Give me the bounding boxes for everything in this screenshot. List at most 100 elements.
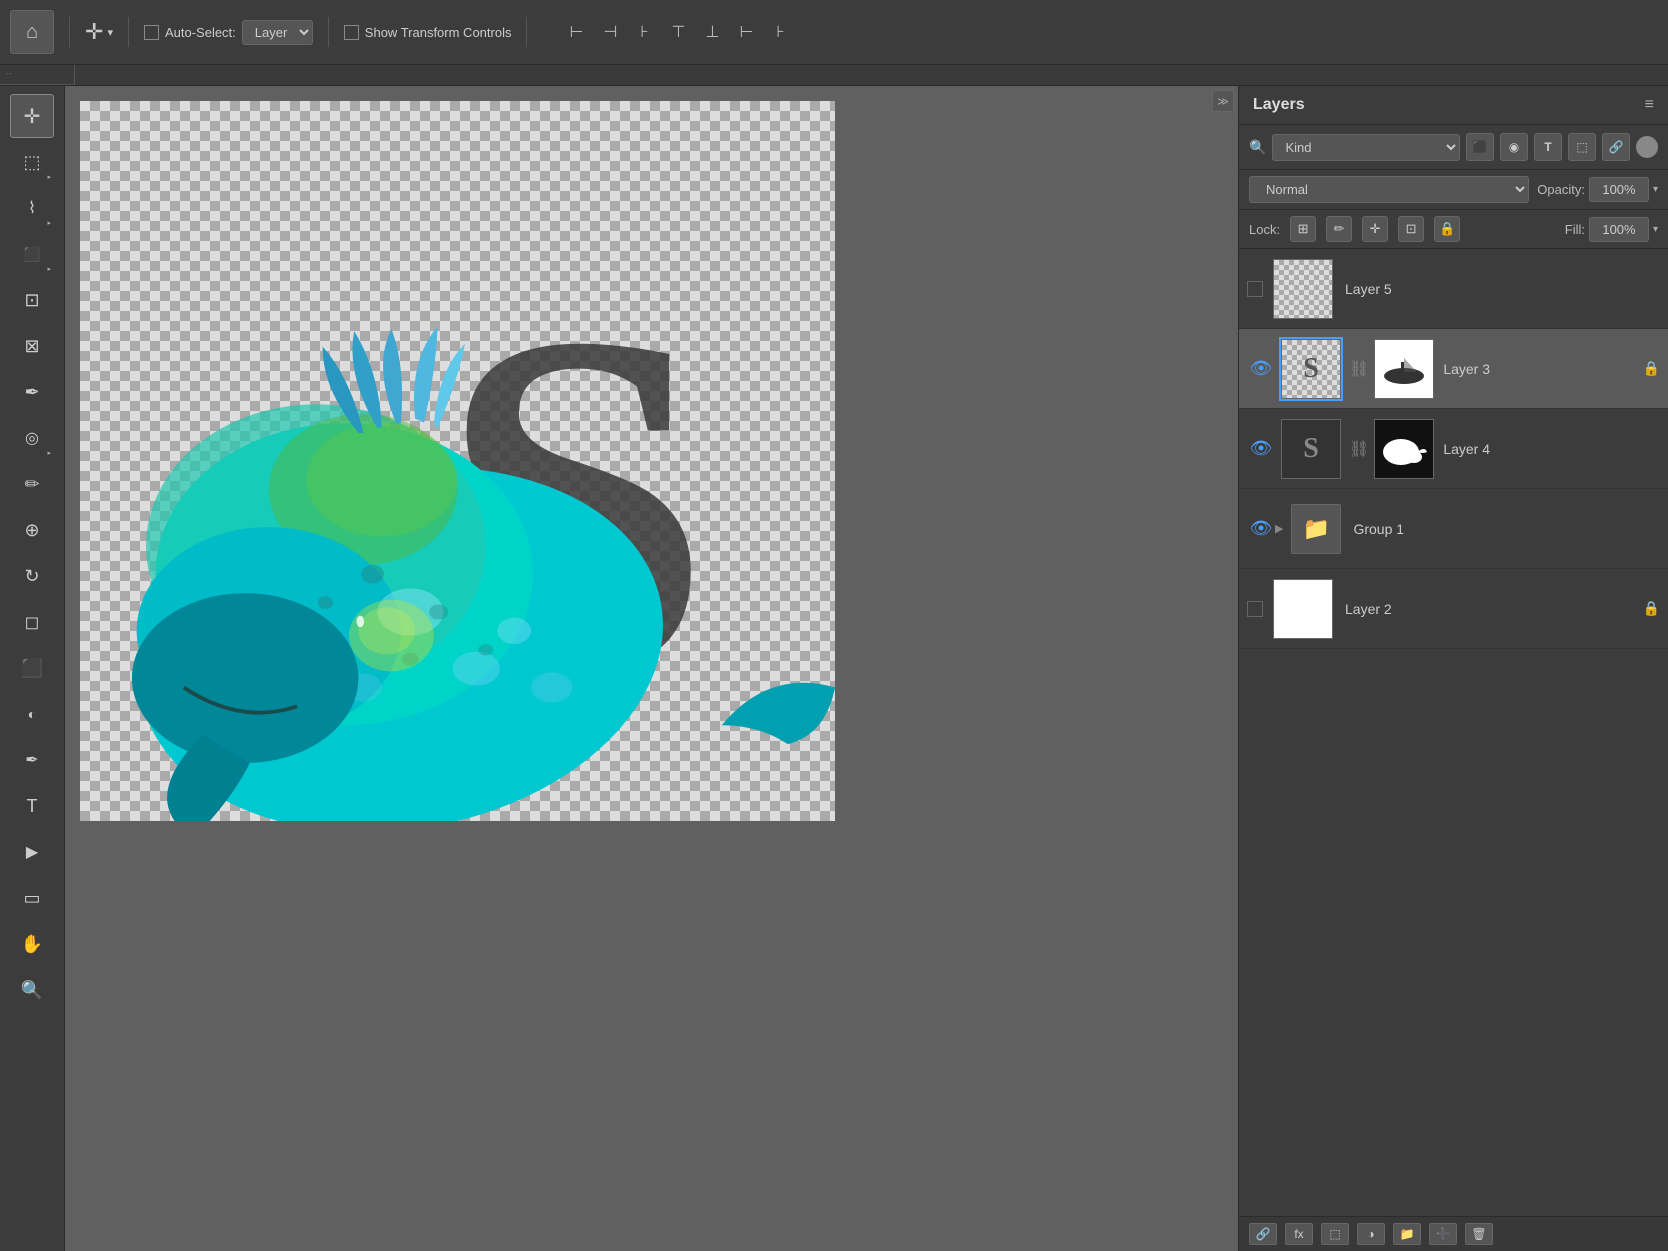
history-brush-button[interactable]: ↻ — [10, 554, 54, 598]
collapse-panels-button[interactable]: ≫ — [1212, 90, 1234, 112]
show-transform-checkbox[interactable] — [344, 25, 359, 40]
auto-select-checkbox[interactable] — [144, 25, 159, 40]
layer3-mask-thumbnail — [1374, 339, 1434, 399]
layer-item-layer3[interactable]: 👁 S ⛓ Layer 3 🔒 — [1239, 329, 1668, 409]
smart-object-filter-icon: 🔗 — [1609, 140, 1624, 154]
crop-tool-button[interactable]: ⊡ — [10, 278, 54, 322]
align-left-edges-icon[interactable]: ⊢ — [562, 18, 590, 46]
distribute-icon[interactable]: ⊦ — [766, 18, 794, 46]
show-transform-group: Show Transform Controls — [344, 25, 512, 40]
kind-filter-select[interactable]: Kind — [1272, 134, 1460, 161]
layer4-main-thumbnail: S — [1281, 419, 1341, 479]
layer-item-group1[interactable]: 👁 ▶ 📁 Group 1 — [1239, 489, 1668, 569]
lock-all-button[interactable]: 🔒 — [1434, 216, 1460, 242]
layers-panel-header: Layers ≡ — [1239, 86, 1668, 125]
fill-group: Fill: 100% ▾ — [1565, 217, 1658, 242]
canvas-document[interactable]: S — [80, 101, 835, 821]
align-top-edges-icon[interactable]: ⊤ — [664, 18, 692, 46]
layers-bottom-toolbar: 🔗 fx ⬚ ◑ 📁 ➕ 🗑 — [1239, 1216, 1668, 1251]
gradient-tool-button[interactable]: ⬛ — [10, 646, 54, 690]
layer5-visibility-checkbox[interactable] — [1247, 281, 1263, 297]
layer3-lock-icon: 🔒 — [1643, 360, 1660, 377]
layer-item-layer2[interactable]: Layer 2 🔒 — [1239, 569, 1668, 649]
add-adjustment-layer-button[interactable]: ◑ — [1357, 1223, 1385, 1245]
link-icon: 🔗 — [1256, 1227, 1271, 1241]
add-layer-style-button[interactable]: fx — [1285, 1223, 1313, 1245]
group1-expand-icon[interactable]: ▶ — [1275, 522, 1283, 535]
adjustment-layer-filter[interactable]: ◉ — [1500, 133, 1528, 161]
layer-select[interactable]: Layer — [242, 20, 313, 45]
shape-tool-button[interactable]: ▭ — [10, 876, 54, 920]
type-tool-button[interactable]: T — [10, 784, 54, 828]
brush-tool-button[interactable]: ✏ — [10, 462, 54, 506]
folder-icon: 📁 — [1303, 516, 1330, 542]
stamp-tool-button[interactable]: ⊕ — [10, 508, 54, 552]
pixel-filter-icon: ⬛ — [1473, 140, 1488, 154]
move-tool-button[interactable]: ✛ — [10, 94, 54, 138]
align-right-edges-icon[interactable]: ⊦ — [630, 18, 658, 46]
opacity-chevron-icon[interactable]: ▾ — [1653, 184, 1658, 195]
layers-menu-icon[interactable]: ≡ — [1645, 96, 1654, 114]
path-selection-button[interactable]: ▶ — [10, 830, 54, 874]
lasso-tool-button[interactable]: ⌇ ▸ — [10, 186, 54, 230]
create-group-button[interactable]: 📁 — [1393, 1223, 1421, 1245]
add-mask-button[interactable]: ⬚ — [1321, 1223, 1349, 1245]
delete-layer-button[interactable]: 🗑 — [1465, 1223, 1493, 1245]
frame-tool-button[interactable]: ⊠ — [10, 324, 54, 368]
layer2-thumbnail — [1273, 579, 1333, 639]
corner-arrow-icon: ▸ — [47, 173, 51, 181]
opacity-value[interactable]: 100% — [1589, 177, 1649, 202]
zoom-icon: 🔍 — [21, 980, 43, 1001]
type-layer-filter[interactable]: T — [1534, 133, 1562, 161]
lock-position-button[interactable]: ✛ — [1362, 216, 1388, 242]
move-icon: ✛ — [85, 19, 103, 45]
fill-chevron-icon[interactable]: ▾ — [1653, 224, 1658, 235]
shape-icon: ▭ — [23, 888, 40, 909]
layer-item-layer5[interactable]: Layer 5 — [1239, 249, 1668, 329]
hand-tool-button[interactable]: ✋ — [10, 922, 54, 966]
group-icon: 📁 — [1400, 1227, 1415, 1241]
eraser-button[interactable]: ◻ — [10, 600, 54, 644]
layer-item-layer4[interactable]: 👁 S ⛓ Layer 4 — [1239, 409, 1668, 489]
new-layer-button[interactable]: ➕ — [1429, 1223, 1457, 1245]
align-vertical-centers-icon[interactable]: ⊣ — [596, 18, 624, 46]
group1-visibility[interactable]: 👁 — [1247, 518, 1275, 539]
link-layers-button[interactable]: 🔗 — [1249, 1223, 1277, 1245]
layer2-visibility-checkbox[interactable] — [1247, 601, 1263, 617]
brush-icon: ✏ — [24, 474, 39, 495]
crop-icon: ⊡ — [24, 290, 39, 311]
auto-select-group: Auto-Select: Layer — [144, 20, 313, 45]
blend-mode-select[interactable]: Normal Multiply Screen Overlay — [1249, 176, 1529, 203]
trash-icon: 🗑 — [1471, 1227, 1486, 1241]
layer4-visibility[interactable]: 👁 — [1247, 438, 1275, 459]
layer3-visibility[interactable]: 👁 — [1247, 358, 1275, 379]
rectangular-marquee-button[interactable]: ⬚ ▸ — [10, 140, 54, 184]
fill-value[interactable]: 100% — [1589, 217, 1649, 242]
align-horizontal-centers-icon[interactable]: ⊥ — [698, 18, 726, 46]
home-button[interactable]: ⌂ — [10, 10, 54, 54]
dodge-tool-button[interactable]: ◐ — [10, 692, 54, 736]
align-bottom-edges-icon[interactable]: ⊢ — [732, 18, 760, 46]
eyedropper-button[interactable]: ✒ — [10, 370, 54, 414]
lock-transparent-pixels-button[interactable]: ⊞ — [1290, 216, 1316, 242]
opacity-label: Opacity: — [1537, 182, 1585, 197]
pen-tool-button[interactable]: ✒ — [10, 738, 54, 782]
layer2-lock-icon: 🔒 — [1643, 600, 1660, 617]
layer5-name: Layer 5 — [1345, 281, 1660, 297]
healing-brush-button[interactable]: ◎ ▸ — [10, 416, 54, 460]
move-dropdown-arrow[interactable]: ▾ — [107, 26, 113, 39]
eye-icon: 👁 — [1250, 518, 1273, 539]
filter-toggle-circle[interactable] — [1636, 136, 1658, 158]
move-tool-group: ✛ ▾ — [85, 19, 113, 45]
quick-selection-button[interactable]: ⬛ ▸ — [10, 232, 54, 276]
lock-artboard-button[interactable]: ⊡ — [1398, 216, 1424, 242]
zoom-tool-button[interactable]: 🔍 — [10, 968, 54, 1012]
smart-object-filter[interactable]: 🔗 — [1602, 133, 1630, 161]
lasso-icon: ⌇ — [28, 198, 36, 218]
adjustment-filter-icon: ◉ — [1509, 140, 1519, 154]
gradient-icon: ⬛ — [21, 658, 43, 679]
lock-image-pixels-button[interactable]: ✏ — [1326, 216, 1352, 242]
shape-layer-filter[interactable]: ⬚ — [1568, 133, 1596, 161]
history-brush-icon: ↻ — [24, 566, 39, 587]
pixel-layer-filter[interactable]: ⬛ — [1466, 133, 1494, 161]
